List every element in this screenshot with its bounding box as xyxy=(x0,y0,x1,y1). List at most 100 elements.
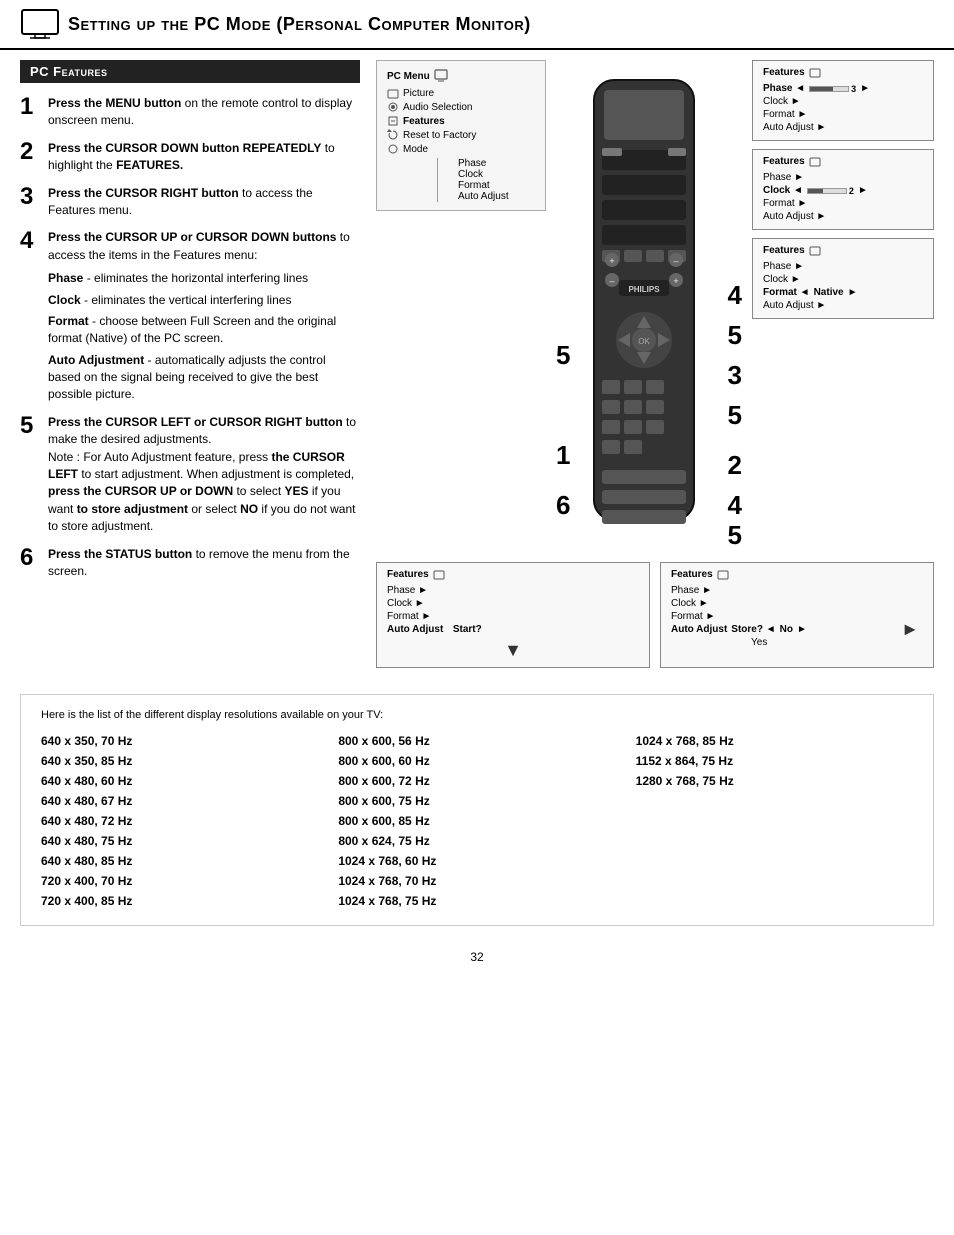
res-1152-864-75: 1152 x 864, 75 Hz xyxy=(636,751,913,771)
format-native-label: Native xyxy=(814,287,844,298)
step-2: 2 Press the CURSOR DOWN button REPEATEDL… xyxy=(20,140,360,175)
main-content: PC Features 1 Press the MENU button on t… xyxy=(0,50,954,678)
feature-row-phase-2: Phase ► xyxy=(763,171,923,184)
auto2-phase: Phase ► xyxy=(671,584,923,597)
resolution-intro: Here is the list of the different displa… xyxy=(41,709,913,721)
menu-item-audio: Audio Selection xyxy=(387,100,535,114)
auto-adjust-section: Features Phase ► Clock ► Format ► Auto A… xyxy=(376,562,934,668)
res-800-600-72: 800 x 600, 72 Hz xyxy=(338,771,615,791)
clock-slider: 2 xyxy=(807,186,854,196)
sub-auto-adjust: Auto Adjust xyxy=(442,191,535,202)
step-4-content: Press the CURSOR UP or CURSOR DOWN butto… xyxy=(48,229,360,404)
step-2-content: Press the CURSOR DOWN button REPEATEDLY … xyxy=(48,140,360,175)
feature-row-phase-1: Phase ◄ 3 ► xyxy=(763,82,923,95)
res-720-400-85: 720 x 400, 85 Hz xyxy=(41,891,318,911)
res-1024-768-85: 1024 x 768, 85 Hz xyxy=(636,731,913,751)
remote-step-6: 6 xyxy=(556,490,570,521)
res-1024-768-70: 1024 x 768, 70 Hz xyxy=(338,871,615,891)
features-icon xyxy=(387,115,399,127)
feature-row-clock-3: Clock ► xyxy=(763,273,923,286)
res-640-350-85: 640 x 350, 85 Hz xyxy=(41,751,318,771)
auto1-phase: Phase ► xyxy=(387,584,639,597)
pc-menu-diagram: PC Menu Picture Audio Selection Features xyxy=(376,60,546,211)
res-1024-768-60: 1024 x 768, 60 Hz xyxy=(338,851,615,871)
res-800-600-75: 800 x 600, 75 Hz xyxy=(338,791,615,811)
res-1024-768-75: 1024 x 768, 75 Hz xyxy=(338,891,615,911)
auto1-adjust: Auto Adjust Start? xyxy=(387,623,639,636)
res-640-350-70: 640 x 350, 70 Hz xyxy=(41,731,318,751)
mode-icon xyxy=(387,143,399,155)
feature-box-format: Features Phase ► Clock ► Format ◄ Native… xyxy=(752,238,934,319)
reset-icon xyxy=(387,129,399,141)
step-6-content: Press the STATUS button to remove the me… xyxy=(48,546,360,581)
remote-svg: PHILIPS OK xyxy=(574,60,714,540)
res-800-600-85: 800 x 600, 85 Hz xyxy=(338,811,615,831)
left-column: PC Features 1 Press the MENU button on t… xyxy=(20,60,360,668)
pc-menu-icon xyxy=(434,69,448,83)
res-640-480-67: 640 x 480, 67 Hz xyxy=(41,791,318,811)
menu-item-picture: Picture xyxy=(387,87,535,100)
features-icon-1 xyxy=(809,68,821,78)
step-number-5: 5 xyxy=(20,414,40,438)
feature-row-clock-2: Clock ◄ 2 ► xyxy=(763,184,923,197)
svg-text:–: – xyxy=(609,276,614,286)
menu-item-mode: Mode xyxy=(387,142,535,156)
pc-menu-title: PC Menu xyxy=(387,69,535,83)
feature-box-3-title: Features xyxy=(763,245,923,256)
phase-slider-bar xyxy=(809,86,849,92)
auto1-clock: Clock ► xyxy=(387,597,639,610)
remote-step-3: 3 xyxy=(728,360,742,391)
feature-row-format-3: Format ◄ Native ► xyxy=(763,286,923,299)
down-arrow-auto1: ▼ xyxy=(387,640,639,661)
auto-box-2-title: Features xyxy=(671,569,923,580)
auto2-clock: Clock ► xyxy=(671,597,923,610)
sub-phase: Phase xyxy=(442,158,535,169)
res-640-480-60: 640 x 480, 60 Hz xyxy=(41,771,318,791)
clock-slider-fill xyxy=(808,189,823,193)
remote-step-5-left: 5 xyxy=(556,340,570,371)
auto-box-store: Features Phase ► Clock ► Format ► Auto A… xyxy=(660,562,934,668)
phase-slider: 3 xyxy=(809,84,856,94)
sub-format: Format xyxy=(442,180,535,191)
remote-illustration: 5 1 6 4 5 3 5 2 4 5 PHILIPS xyxy=(554,60,744,550)
auto1-format: Format ► xyxy=(387,610,639,623)
step-5: 5 Press the CURSOR LEFT or CURSOR RIGHT … xyxy=(20,414,360,536)
menu-item-reset: Reset to Factory xyxy=(387,128,535,142)
page-header: Setting up the PC Mode (Personal Compute… xyxy=(0,0,954,50)
resolution-section: Here is the list of the different displa… xyxy=(20,694,934,926)
feature-row-autoadj-1: Auto Adjust ► xyxy=(763,121,923,134)
right-column: PC Menu Picture Audio Selection Features xyxy=(376,60,934,668)
monitor-icon xyxy=(20,8,60,40)
res-col-1: 640 x 350, 70 Hz 640 x 350, 85 Hz 640 x … xyxy=(41,731,318,911)
remote-step-1: 1 xyxy=(556,440,570,471)
res-col-3: 1024 x 768, 85 Hz 1152 x 864, 75 Hz 1280… xyxy=(636,731,913,911)
feature-row-format-2: Format ► xyxy=(763,197,923,210)
remote-step-4-right: 4 xyxy=(728,280,742,311)
sub-clock: Clock xyxy=(442,169,535,180)
section-title: PC Features xyxy=(20,60,360,83)
feature-box-1-title: Features xyxy=(763,67,923,78)
step-5-content: Press the CURSOR LEFT or CURSOR RIGHT bu… xyxy=(48,414,360,536)
feature-row-format-1: Format ► xyxy=(763,108,923,121)
step-3-content: Press the CURSOR RIGHT button to access … xyxy=(48,185,360,220)
step-3: 3 Press the CURSOR RIGHT button to acces… xyxy=(20,185,360,220)
step-number-4: 4 xyxy=(20,229,40,253)
step-1-content: Press the MENU button on the remote cont… xyxy=(48,95,360,130)
res-col-2: 800 x 600, 56 Hz 800 x 600, 60 Hz 800 x … xyxy=(338,731,615,911)
svg-text:–: – xyxy=(673,256,678,266)
feature-box-clock: Features Phase ► Clock ◄ 2 ► Format ► Au… xyxy=(752,149,934,230)
res-800-600-60: 800 x 600, 60 Hz xyxy=(338,751,615,771)
store-no-label: No xyxy=(780,624,793,635)
features-icon-3 xyxy=(809,246,821,256)
features-icon-auto1 xyxy=(433,570,445,580)
svg-text:OK: OK xyxy=(638,337,650,346)
phase-slider-fill xyxy=(810,87,833,91)
svg-text:+: + xyxy=(609,256,614,266)
remote-step-5-right: 5 xyxy=(728,320,742,351)
clock-slider-bar xyxy=(807,188,847,194)
features-icon-2 xyxy=(809,157,821,167)
remote-step-4-right2: 4 xyxy=(728,490,742,521)
auto-box-1-title: Features xyxy=(387,569,639,580)
res-720-400-70: 720 x 400, 70 Hz xyxy=(41,871,318,891)
feature-row-clock-1: Clock ► xyxy=(763,95,923,108)
